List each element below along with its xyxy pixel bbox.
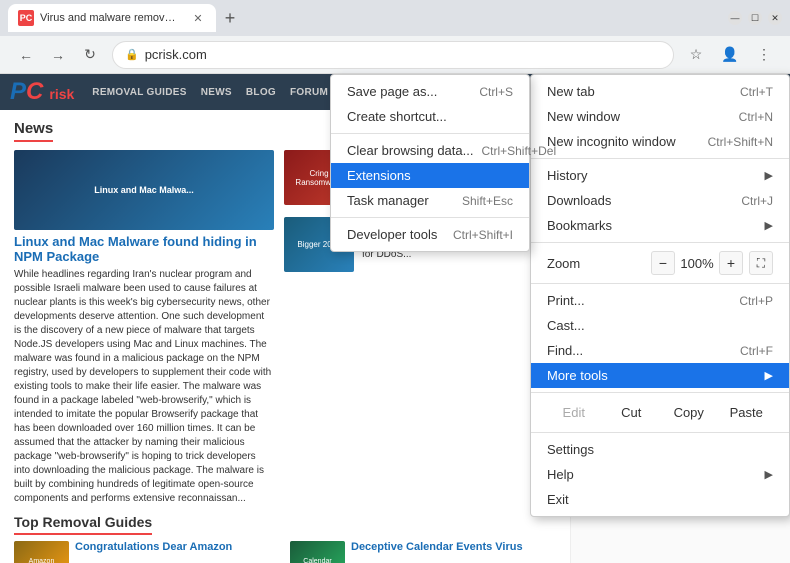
news-thumb-1: Linux and Mac Malwa... [14, 150, 274, 230]
submenu-extensions[interactable]: Extensions [331, 163, 529, 188]
nav-news[interactable]: NEWS [195, 87, 238, 98]
menu-divider-2 [531, 242, 789, 243]
edit-label: Edit [547, 402, 601, 423]
fullscreen-button[interactable]: ⛶ [749, 251, 773, 275]
logo-pc: PC [10, 83, 48, 103]
menu-divider-5 [531, 432, 789, 433]
menu-divider-3 [531, 283, 789, 284]
edit-row: Edit Cut Copy Paste [531, 397, 789, 428]
menu-divider-1 [531, 158, 789, 159]
browser-tab[interactable]: PC Virus and malware removal instr... ✕ [8, 4, 216, 32]
nav-removal-guides[interactable]: REMOVAL GUIDES [86, 87, 192, 98]
submenu-developer-tools[interactable]: Developer tools Ctrl+Shift+I [331, 222, 529, 247]
menu-bookmarks[interactable]: Bookmarks ▶ [531, 213, 789, 238]
addressbar: ← → ↻ 🔒 pcrisk.com ☆ 👤 ⋮ [0, 36, 790, 74]
menu-help[interactable]: Help ▶ [531, 462, 789, 487]
bookmark-star-icon[interactable]: ☆ [682, 41, 710, 69]
minimize-button[interactable]: — [728, 11, 742, 25]
removal-item-2[interactable]: Calendar Deceptive Calendar Events Virus [290, 541, 556, 563]
menu-print[interactable]: Print... Ctrl+P [531, 288, 789, 313]
zoom-out-button[interactable]: − [651, 251, 675, 275]
menu-downloads[interactable]: Downloads Ctrl+J [531, 188, 789, 213]
window-controls: — ☐ ✕ [728, 11, 782, 25]
removal-thumb-1: Amazon [14, 541, 69, 563]
toolbar-icons: ☆ 👤 ⋮ [682, 41, 778, 69]
back-button[interactable]: ← [12, 41, 40, 69]
submenu-clear-browsing[interactable]: Clear browsing data... Ctrl+Shift+Del [331, 138, 529, 163]
paste-button[interactable]: Paste [720, 402, 774, 423]
site-logo[interactable]: PC risk [10, 78, 74, 106]
removal-section-title: Top Removal Guides [14, 514, 152, 535]
zoom-control: Zoom − 100% + ⛶ [531, 247, 789, 279]
tab-favicon: PC [18, 10, 34, 26]
account-icon[interactable]: 👤 [716, 41, 744, 69]
maximize-button[interactable]: ☐ [748, 11, 762, 25]
new-tab-button[interactable]: + [216, 4, 244, 32]
removal-headline-2[interactable]: Deceptive Calendar Events Virus [351, 541, 523, 563]
more-tools-submenu: Save page as... Ctrl+S Create shortcut..… [330, 74, 530, 252]
close-button[interactable]: ✕ [768, 11, 782, 25]
titlebar: PC Virus and malware removal instr... ✕ … [0, 0, 790, 36]
submenu-divider-1 [331, 133, 529, 134]
chrome-menu-icon[interactable]: ⋮ [750, 41, 778, 69]
lock-icon: 🔒 [125, 48, 139, 61]
menu-find[interactable]: Find... Ctrl+F [531, 338, 789, 363]
menu-cast[interactable]: Cast... [531, 313, 789, 338]
removal-grid: Amazon Congratulations Dear Amazon Calen… [14, 541, 556, 563]
copy-button[interactable]: Copy [662, 402, 716, 423]
menu-more-tools[interactable]: More tools ▶ [531, 363, 789, 388]
url-bar[interactable]: 🔒 pcrisk.com [112, 41, 674, 69]
submenu-create-shortcut[interactable]: Create shortcut... [331, 104, 529, 129]
menu-new-tab[interactable]: New tab Ctrl+T [531, 79, 789, 104]
submenu-divider-2 [331, 217, 529, 218]
forward-button[interactable]: → [44, 41, 72, 69]
news-item-1[interactable]: Linux and Mac Malwa... Linux and Mac Mal… [14, 150, 274, 506]
tab-close-button[interactable]: ✕ [190, 10, 206, 26]
news-section-title: News [14, 120, 53, 142]
zoom-in-button[interactable]: + [719, 251, 743, 275]
submenu-save-page[interactable]: Save page as... Ctrl+S [331, 79, 529, 104]
nav-forum[interactable]: FORUM [284, 87, 334, 98]
menu-divider-4 [531, 392, 789, 393]
reload-button[interactable]: ↻ [76, 41, 104, 69]
cut-button[interactable]: Cut [605, 402, 659, 423]
removal-thumb-2: Calendar [290, 541, 345, 563]
logo-risk: risk [49, 86, 74, 102]
menu-exit[interactable]: Exit [531, 487, 789, 512]
removal-item-1[interactable]: Amazon Congratulations Dear Amazon [14, 541, 280, 563]
zoom-value: 100% [679, 256, 715, 271]
removal-section: Top Removal Guides Amazon Congratulation… [14, 514, 556, 563]
menu-new-incognito[interactable]: New incognito window Ctrl+Shift+N [531, 129, 789, 154]
tab-title: Virus and malware removal instr... [40, 12, 180, 24]
menu-new-window[interactable]: New window Ctrl+N [531, 104, 789, 129]
removal-headline-1[interactable]: Congratulations Dear Amazon [75, 541, 232, 563]
url-text: pcrisk.com [145, 47, 661, 62]
nav-buttons: ← → ↻ [12, 41, 104, 69]
menu-history[interactable]: History ▶ [531, 163, 789, 188]
submenu-task-manager[interactable]: Task manager Shift+Esc [331, 188, 529, 213]
news-headline-1[interactable]: Linux and Mac Malware found hiding in NP… [14, 234, 274, 264]
context-menu: New tab Ctrl+T New window Ctrl+N New inc… [530, 74, 790, 517]
menu-settings[interactable]: Settings [531, 437, 789, 462]
news-body-1: While headlines regarding Iran's nuclear… [14, 268, 274, 506]
nav-blog[interactable]: BLOG [240, 87, 282, 98]
